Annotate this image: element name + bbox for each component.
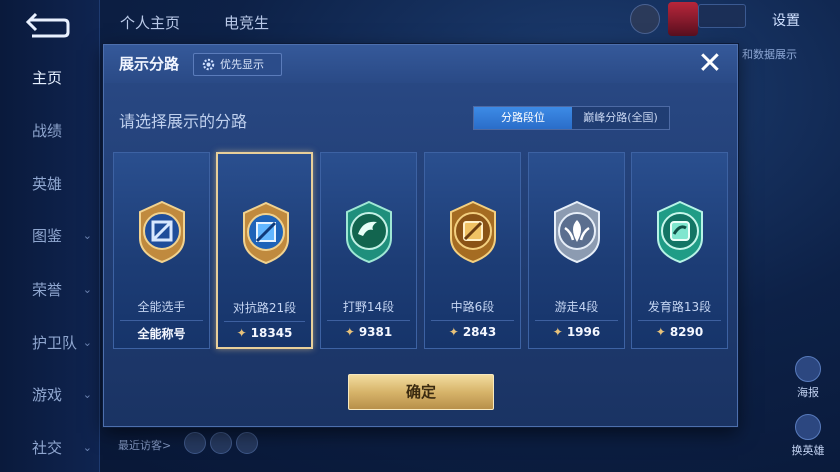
star-icon: ✦ [236, 326, 247, 340]
roam-emblem-icon [554, 200, 600, 264]
poster-button[interactable]: 海报 [790, 356, 826, 400]
close-icon[interactable]: ✕ [692, 48, 728, 82]
priority-display-button[interactable]: 优先显示 [193, 53, 282, 76]
card-divider [120, 320, 203, 321]
visitor-avatar[interactable] [184, 432, 206, 454]
tab-profile[interactable]: 个人主页 [120, 12, 180, 33]
sidebar-item-label: 社交 [32, 439, 63, 457]
lane-name: 中路6段 [450, 300, 495, 314]
lane-score: 1996 [566, 325, 601, 339]
sidebar-item-label: 游戏 [32, 386, 63, 404]
star-icon: ✦ [655, 325, 666, 339]
sidebar-item-label: 战绩 [32, 122, 63, 140]
sidebar-item-label: 护卫队 [32, 334, 78, 352]
lane-name: 打野14段 [342, 300, 395, 314]
dialog-header: 展示分路 优先显示 [104, 45, 737, 83]
priority-display-label: 优先显示 [220, 58, 264, 71]
settings-button[interactable]: 设置 [772, 10, 800, 30]
tab-lane-rank[interactable]: 分路段位 [474, 107, 572, 129]
sidebar-item-label: 英雄 [32, 175, 63, 193]
farm-lane-emblem-icon [657, 200, 703, 264]
lane-score: 18345 [250, 326, 293, 340]
card-divider [327, 320, 410, 321]
data-display-hint: 和数据展示 [742, 48, 797, 61]
change-hero-label: 换英雄 [791, 444, 825, 457]
lane-name: 对抗路21段 [232, 301, 297, 315]
card-divider [535, 320, 618, 321]
visitor-avatar[interactable] [236, 432, 258, 454]
tab-esports[interactable]: 电竞生 [224, 12, 269, 33]
poster-icon [795, 356, 821, 382]
lane-display-dialog: 展示分路 优先显示 请选择展示的分路 分路段位 巅峰分路(全国) 全能选手 全能… [103, 44, 738, 427]
avatar[interactable] [630, 4, 660, 34]
sidebar-item-home[interactable]: 主页 [0, 66, 100, 90]
lane-card-allround[interactable]: 全能选手 全能称号 [113, 152, 210, 349]
lane-score: 8290 [669, 325, 704, 339]
change-hero-button[interactable]: 换英雄 [790, 414, 826, 458]
lane-name: 游走4段 [554, 300, 599, 314]
lane-card-mid[interactable]: 中路6段 ✦ 2843 [424, 152, 521, 349]
lane-value: ✦ 8290 [632, 325, 727, 339]
lane-card-roam[interactable]: 游走4段 ✦ 1996 [528, 152, 625, 349]
chevron-down-icon: ⌄ [82, 283, 92, 296]
sidebar-item-stats[interactable]: 战绩 [0, 119, 100, 143]
poster-label: 海报 [797, 386, 819, 399]
card-divider [638, 320, 721, 321]
lane-score: 2843 [462, 325, 497, 339]
lane-score: 9381 [358, 325, 393, 339]
jungle-emblem-icon [346, 200, 392, 264]
dialog-title: 展示分路 [119, 55, 180, 73]
mid-lane-emblem-icon [450, 200, 496, 264]
star-icon: ✦ [448, 325, 459, 339]
tab-peak-lane-national[interactable]: 巅峰分路(全国) [572, 107, 669, 129]
character-portrait [668, 2, 698, 36]
swap-hero-icon [795, 414, 821, 440]
chevron-down-icon: ⌄ [82, 229, 92, 242]
lane-mode-toggle: 分路段位 巅峰分路(全国) [473, 106, 670, 130]
sidebar-item-label: 主页 [32, 69, 63, 87]
lane-value: ✦ 9381 [321, 325, 416, 339]
sidebar: 主页 战绩 英雄 图鉴 ⌄ 荣誉 ⌄ 护卫队 ⌄ 游戏 ⌄ 社交 ⌄ [0, 0, 100, 472]
sidebar-item-label: 图鉴 [32, 227, 63, 245]
sidebar-item-games[interactable]: 游戏 ⌄ [0, 383, 100, 407]
chevron-down-icon: ⌄ [82, 388, 92, 401]
chevron-down-icon: ⌄ [82, 336, 92, 349]
sidebar-item-label: 荣誉 [32, 281, 63, 299]
sidebar-item-social[interactable]: 社交 ⌄ [0, 436, 100, 460]
lane-name: 全能选手 [137, 300, 186, 314]
lane-card-farm[interactable]: 发育路13段 ✦ 8290 [631, 152, 728, 349]
lane-value: ✦ 2843 [425, 325, 520, 339]
gear-icon [202, 58, 215, 71]
card-divider [224, 321, 305, 322]
status-badge [698, 4, 746, 28]
sidebar-item-codex[interactable]: 图鉴 ⌄ [0, 224, 100, 248]
clash-lane-emblem-icon [243, 201, 289, 265]
star-icon: ✦ [552, 325, 563, 339]
chevron-down-icon: ⌄ [82, 441, 92, 454]
lane-value: ✦ 18345 [218, 326, 311, 340]
allround-emblem-icon [139, 200, 185, 264]
lane-name: 发育路13段 [647, 300, 712, 314]
card-divider [431, 320, 514, 321]
select-lane-prompt: 请选择展示的分路 [119, 112, 248, 131]
lane-card-clash[interactable]: 对抗路21段 ✦ 18345 [216, 152, 313, 349]
confirm-button[interactable]: 确定 [348, 374, 494, 410]
sidebar-item-honor[interactable]: 荣誉 ⌄ [0, 278, 100, 302]
visitor-avatar[interactable] [210, 432, 232, 454]
lane-value: 全能称号 [137, 327, 186, 341]
recent-visitors-link[interactable]: 最近访客> [118, 437, 171, 453]
star-icon: ✦ [344, 325, 355, 339]
sidebar-item-guard[interactable]: 护卫队 ⌄ [0, 331, 100, 355]
sidebar-item-heroes[interactable]: 英雄 [0, 172, 100, 196]
lane-value: ✦ 1996 [529, 325, 624, 339]
lane-card-jungle[interactable]: 打野14段 ✦ 9381 [320, 152, 417, 349]
back-arrow-icon[interactable] [22, 12, 70, 40]
